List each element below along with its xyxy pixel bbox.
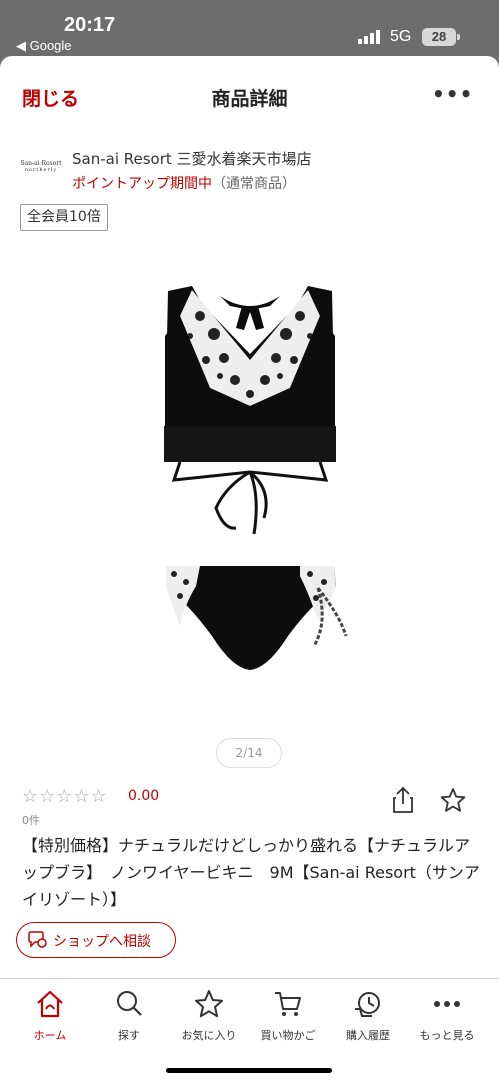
shop-logo-line1: San-ai Resort — [20, 160, 62, 167]
point-badge: 全会員10倍 — [20, 204, 108, 231]
shop-name[interactable]: San-ai Resort 三愛水着楽天市場店 — [72, 148, 312, 169]
favorite-star-icon[interactable] — [440, 787, 466, 813]
rating-stars: ☆☆☆☆☆ — [22, 786, 108, 807]
battery-tip — [457, 34, 460, 40]
consult-shop-button[interactable]: ショップへ相談 — [16, 922, 176, 958]
product-detail-sheet: 閉じる 商品詳細 ••• San-ai Resort northerly San… — [0, 56, 499, 1080]
history-icon — [355, 992, 380, 1017]
tab-cart[interactable]: 買い物かご — [248, 989, 328, 1049]
chat-icon — [28, 931, 47, 948]
tab-purchase-history[interactable]: 購入履歴 — [328, 989, 408, 1049]
page-title: 商品詳細 — [211, 88, 288, 110]
product-image[interactable] — [140, 276, 360, 726]
tab-label: 探す — [118, 1029, 140, 1042]
bottom-tab-bar: ホーム 探す お気に入り 買い物かご 購入履歴 もっと見る — [0, 978, 499, 1080]
sheet-header: 閉じる 商品詳細 ••• — [0, 56, 499, 136]
promo-text: ポイントアップ期間中（通常商品） — [72, 173, 296, 193]
rating-score: 0.00 — [128, 788, 160, 804]
tab-label: もっと見る — [419, 1029, 475, 1042]
home-indicator[interactable] — [166, 1068, 332, 1073]
tab-label: ホーム — [33, 1029, 67, 1042]
home-icon — [37, 990, 63, 1018]
cart-icon — [275, 992, 301, 1016]
network-type: 5G — [390, 28, 412, 45]
tab-label: 購入履歴 — [346, 1029, 390, 1042]
rating-row[interactable]: ☆☆☆☆☆ 0.00 — [22, 786, 159, 808]
shop-logo: San-ai Resort northerly — [20, 160, 62, 182]
shop-info[interactable]: San-ai Resort northerly San-ai Resort 三愛… — [0, 146, 499, 196]
consult-label: ショップへ相談 — [53, 934, 151, 950]
status-time: 20:17 — [64, 14, 116, 36]
status-bar: 20:17 ◀ Google 5G 28 — [0, 0, 499, 56]
tab-label: 買い物かご — [260, 1029, 316, 1042]
back-to-app-link[interactable]: ◀ Google — [16, 38, 72, 54]
image-counter: 2/14 — [216, 738, 282, 768]
share-icon[interactable] — [392, 786, 414, 814]
tab-home[interactable]: ホーム — [10, 989, 90, 1049]
star-icon — [195, 990, 223, 1018]
shop-logo-line2: northerly — [24, 167, 58, 173]
tab-favorites[interactable]: お気に入り — [169, 989, 249, 1049]
more-icon — [434, 1001, 460, 1007]
tab-search[interactable]: 探す — [89, 989, 169, 1049]
battery-icon: 28 — [422, 28, 456, 46]
tab-more[interactable]: もっと見る — [407, 989, 487, 1049]
signal-icon — [358, 30, 380, 44]
promo-note: （通常商品） — [212, 176, 296, 192]
search-icon — [117, 991, 142, 1016]
more-options-button[interactable]: ••• — [432, 82, 473, 106]
product-title: 【特別価格】ナチュラルだけどしっかり盛れる【ナチュラルアップブラ】 ノンワイヤー… — [22, 836, 480, 909]
review-count[interactable]: 0件 — [22, 812, 40, 828]
tab-label: お気に入り — [181, 1029, 237, 1042]
promo-highlight: ポイントアップ期間中 — [72, 176, 212, 192]
